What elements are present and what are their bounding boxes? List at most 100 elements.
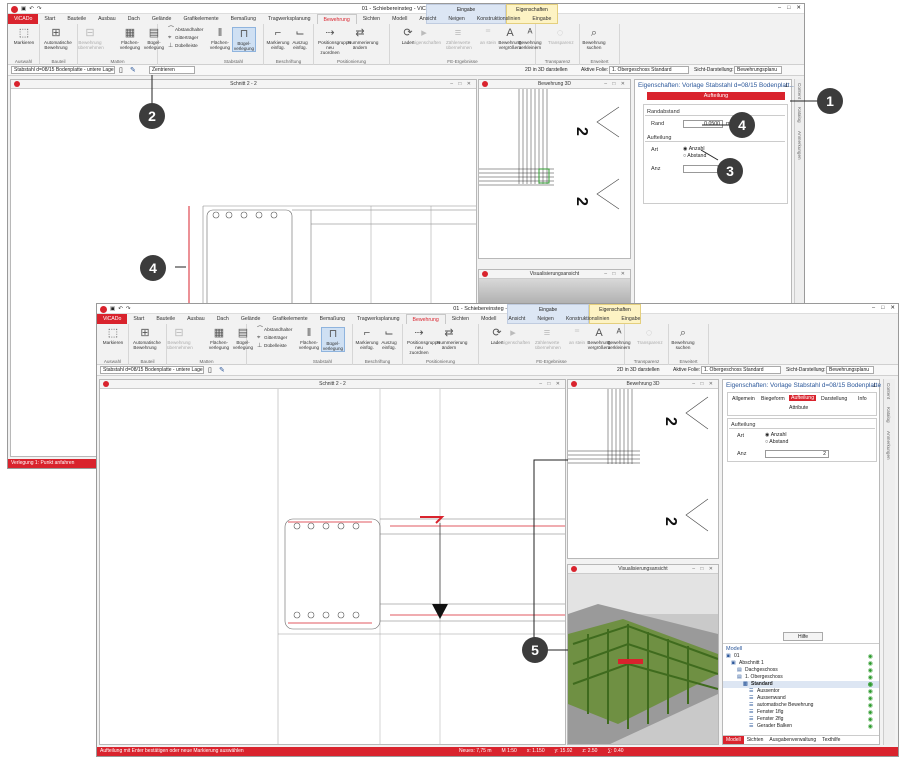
mode-select[interactable]: Zentrieren bbox=[149, 66, 195, 74]
tab-eingabe[interactable]: Eingabe bbox=[615, 314, 646, 324]
tab-konstruktionslinien[interactable]: Konstruktionslinien bbox=[560, 314, 616, 324]
ribbon-btn-bügel-verlegung[interactable]: ⊓ Bügel-verlegung bbox=[321, 327, 345, 352]
ribbon-btn-dübelleiste[interactable]: ⊥ Dübelleiste bbox=[257, 343, 297, 350]
tab-vicado[interactable]: ViCADo bbox=[8, 14, 39, 24]
side-tab-content[interactable]: Content bbox=[795, 79, 804, 103]
model-tab-modell[interactable]: Modell bbox=[723, 736, 744, 744]
tab-ausbau[interactable]: Ausbau bbox=[92, 14, 122, 24]
ribbon-btn-nummerierung-ändern[interactable]: ⇄ Nummerierung ändern bbox=[437, 327, 467, 350]
folie-select[interactable]: 1. Obergeschoss Standard bbox=[701, 366, 781, 374]
pencil-icon[interactable]: ✎ bbox=[219, 366, 225, 374]
minimize-icon[interactable]: – bbox=[778, 5, 781, 11]
close-icon[interactable]: ✕ bbox=[890, 305, 895, 311]
tab-bewehrung[interactable]: Bewehrung bbox=[316, 14, 357, 24]
ribbon-btn-zählerwerte-übernehmen[interactable]: ≡ Zählerwerte übernehmen bbox=[535, 327, 561, 350]
ribbon-btn-zählerwerte-übernehmen[interactable]: ≡ Zählerwerte übernehmen bbox=[446, 27, 472, 50]
tab-start[interactable]: Start bbox=[38, 14, 61, 24]
tab-konstruktionslinien[interactable]: Konstruktionslinien bbox=[471, 14, 527, 24]
ribbon-btn-bewehrung-übernehmen[interactable]: ⊟ Bewehrung übernehmen bbox=[78, 27, 104, 50]
side-tab-katalog[interactable]: Katalog bbox=[884, 403, 893, 427]
tab-modell[interactable]: Modell bbox=[386, 14, 413, 24]
visibility-eye-icon[interactable]: ◉ bbox=[868, 723, 873, 730]
tab-grafikelemente[interactable]: Grafikelemente bbox=[266, 314, 313, 324]
tab-bauteile[interactable]: Bauteile bbox=[61, 14, 92, 24]
hilfe-button[interactable]: Hilfe bbox=[783, 632, 823, 641]
ribbon-btn-automatische-bewehrung[interactable]: ⊞ Automatische Bewehrung bbox=[44, 27, 72, 50]
ribbon-btn-transparenz[interactable]: ◌ Transparenz bbox=[548, 27, 574, 45]
art-radio-anzahl[interactable]: ◉ Anzahl bbox=[683, 146, 705, 152]
side-tab-anmerkungen[interactable]: Anmerkungen bbox=[884, 427, 893, 464]
ribbon-btn-positionsgruppe-neu-zuordnen[interactable]: ⇢ Positionsgruppe neu zuordnen bbox=[318, 27, 351, 55]
sicht-select[interactable]: Bewehrungsplanu bbox=[734, 66, 782, 74]
pane-controls[interactable]: – □ ✕ bbox=[539, 380, 562, 388]
tab-grafikelemente[interactable]: Grafikelemente bbox=[177, 14, 224, 24]
tab-neigen[interactable]: Neigen bbox=[531, 314, 559, 324]
tab-neigen[interactable]: Neigen bbox=[442, 14, 470, 24]
pane-controls[interactable]: – □ ✕ bbox=[692, 565, 715, 573]
tab-gelände[interactable]: Gelände bbox=[235, 314, 267, 324]
ribbon-btn-eigenschaften[interactable]: ▸ Eigenschaften bbox=[501, 327, 530, 345]
ribbon-btn-an-stein[interactable]: ⁼ an stein bbox=[565, 327, 589, 345]
tree-row[interactable]: ▣ Abschnitt 1 ◉ bbox=[723, 660, 879, 667]
side-tab-katalog[interactable]: Katalog bbox=[795, 103, 804, 127]
tree-row[interactable]: ▤ Dachgeschoss ◉ bbox=[723, 667, 879, 674]
tab-vicado[interactable]: ViCADo bbox=[97, 314, 128, 324]
tree-row[interactable]: ☰ Aussentor ◉ bbox=[723, 688, 879, 695]
prop-tab-attribute[interactable]: Attribute bbox=[789, 405, 808, 411]
pane-controls[interactable]: – □ ✕ bbox=[450, 80, 473, 88]
ribbon-btn-bewehrung-verkleinern[interactable]: ᴬ Bewehrung verkleinern bbox=[607, 327, 631, 350]
maximize-icon[interactable]: □ bbox=[881, 305, 884, 311]
minimize-icon[interactable]: – bbox=[872, 305, 875, 311]
ribbon-btn-transparenz[interactable]: ◌ Transparenz bbox=[637, 327, 663, 345]
page-icon[interactable]: ▯ bbox=[119, 66, 123, 74]
visibility-eye-icon[interactable]: ◉ bbox=[868, 716, 873, 723]
tab-modell[interactable]: Modell bbox=[475, 314, 502, 324]
view3d-label[interactable]: 2D in 3D darstellen bbox=[525, 67, 568, 73]
tab-eingabe[interactable]: Eingabe bbox=[526, 14, 557, 24]
page-icon[interactable]: ▯ bbox=[208, 366, 212, 374]
ribbon-btn-bewehrung-suchen[interactable]: ⌕ Bewehrung suchen bbox=[582, 27, 606, 50]
folie-select[interactable]: 1. Obergeschoss Standard bbox=[609, 66, 689, 74]
tab-tragwerksplanung[interactable]: Tragwerksplanung bbox=[351, 314, 405, 324]
sicht-select[interactable]: Bewehrungsplanu bbox=[826, 366, 874, 374]
ribbon-btn-markieren[interactable]: ⬚ Markieren bbox=[12, 27, 36, 45]
anz-input[interactable]: 2 bbox=[765, 450, 829, 458]
front-vis-pane[interactable]: Visualisierungsansicht – □ ✕ bbox=[567, 564, 719, 745]
tree-row[interactable]: ▣ 01 ◉ bbox=[723, 653, 879, 660]
tree-row[interactable]: ☰ Fenster 1flg ◉ bbox=[723, 709, 879, 716]
front-schnitt-pane[interactable]: Schnitt 2 - 2 – □ ✕ bbox=[99, 379, 566, 745]
pencil-icon[interactable]: ✎ bbox=[130, 66, 136, 74]
ribbon-btn-flächen-verlegung[interactable]: ‖ Flächen-verlegung bbox=[297, 327, 321, 350]
tree-row[interactable]: ☰ automatische Bewehrung ◉ bbox=[723, 702, 879, 709]
ribbon-btn-automatische-bewehrung[interactable]: ⊞ Automatische Bewehrung bbox=[133, 327, 161, 350]
tree-row[interactable]: ▥ Standard ◉ bbox=[723, 681, 879, 688]
visibility-eye-icon[interactable]: ◉ bbox=[868, 688, 873, 695]
visibility-eye-icon[interactable]: ◉ bbox=[868, 702, 873, 709]
tab-dach[interactable]: Dach bbox=[122, 14, 146, 24]
ribbon-btn-bewehrung-verkleinern[interactable]: ᴬ Bewehrung verkleinern bbox=[518, 27, 542, 50]
tab-bema-ung[interactable]: Bemaßung bbox=[314, 314, 351, 324]
ribbon-btn-gitterträger[interactable]: ⌖ Gitterträger bbox=[168, 35, 208, 42]
tab-ansicht[interactable]: Ansicht bbox=[502, 314, 531, 324]
ribbon-btn-markierung-einfüg-[interactable]: ⌐ Markierung einfüg. bbox=[266, 27, 290, 50]
tab-bema-ung[interactable]: Bemaßung bbox=[225, 14, 262, 24]
model-tab-texthilfe[interactable]: Texthilfe bbox=[819, 736, 843, 744]
tree-row[interactable]: ☰ Fenster 2flg ◉ bbox=[723, 716, 879, 723]
ribbon-btn-bewehrung-suchen[interactable]: ⌕ Bewehrung suchen bbox=[671, 327, 695, 350]
tab-sichten[interactable]: Sichten bbox=[357, 14, 386, 24]
ribbon-btn-auszug-einfüg-[interactable]: ⌙ Auszug einfüg. bbox=[377, 327, 401, 350]
tab-sichten[interactable]: Sichten bbox=[446, 314, 475, 324]
ribbon-btn-flächen-verlegung[interactable]: ▦ Flächen-verlegung bbox=[118, 27, 142, 50]
prop-tab-allgemein[interactable]: Allgemein bbox=[732, 396, 755, 402]
layer-select[interactable]: Stabstahl d=08/15 Bodenplatte - untere L… bbox=[100, 366, 204, 374]
model-tab-ausgaben[interactable]: Ausgabenverwaltung bbox=[766, 736, 819, 744]
maximize-icon[interactable]: □ bbox=[787, 5, 790, 11]
visibility-eye-icon[interactable]: ◉ bbox=[868, 653, 873, 660]
art-radio-abstand[interactable]: ○ Abstand bbox=[765, 439, 788, 445]
front-bew3d-pane[interactable]: Bewehrung 3D – □ ✕ 2 2 bbox=[567, 379, 719, 559]
ribbon-btn-bügel-verlegung[interactable]: ▤ Bügel-verlegung bbox=[142, 27, 166, 50]
visibility-eye-icon[interactable]: ◉ bbox=[868, 709, 873, 716]
ribbon-btn-flächen-verlegung[interactable]: ▦ Flächen-verlegung bbox=[207, 327, 231, 350]
ribbon-btn-markierung-einfüg-[interactable]: ⌐ Markierung einfüg. bbox=[355, 327, 379, 350]
tab-ausbau[interactable]: Ausbau bbox=[181, 314, 211, 324]
